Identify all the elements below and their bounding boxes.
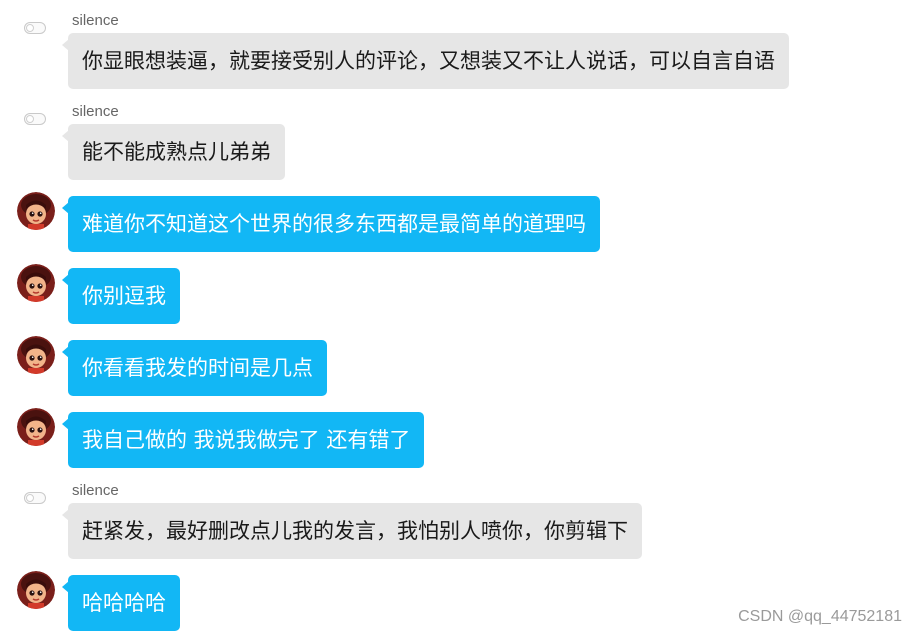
- sender-name: silence: [72, 12, 119, 29]
- message-bubble[interactable]: 你看看我发的时间是几点: [62, 340, 327, 396]
- message-bubble[interactable]: 赶紧发，最好删改点儿我的发言，我怕别人喷你，你剪辑下: [62, 503, 642, 559]
- toggle-avatar-icon[interactable]: [24, 113, 46, 125]
- chat-area: silence 你显眼想装逼，就要接受别人的评论，又想装又不让人说话，可以自言自…: [0, 0, 918, 634]
- message-bubble[interactable]: 我自己做的 我说我做完了 还有错了: [61, 412, 425, 468]
- cartoon-girl-avatar-icon[interactable]: [17, 264, 55, 302]
- toggle-avatar-icon[interactable]: [24, 492, 46, 504]
- cartoon-girl-avatar-icon[interactable]: [17, 408, 55, 446]
- message-bubble[interactable]: 难道你不知道这个世界的很多东西都是最简单的道理吗: [62, 196, 600, 252]
- cartoon-girl-avatar-icon[interactable]: [17, 336, 55, 374]
- cartoon-girl-avatar-icon[interactable]: [17, 571, 55, 609]
- toggle-avatar-icon[interactable]: [24, 22, 46, 34]
- message-bubble[interactable]: 你显眼想装逼，就要接受别人的评论，又想装又不让人说话，可以自言自语: [62, 33, 789, 89]
- watermark: CSDN @qq_44752181: [738, 608, 902, 625]
- message-bubble[interactable]: 能不能成熟点儿弟弟: [62, 124, 285, 180]
- sender-name: silence: [72, 482, 119, 499]
- sender-name: silence: [72, 103, 119, 120]
- message-bubble[interactable]: 哈哈哈哈: [62, 575, 180, 631]
- message-bubble[interactable]: 你别逗我: [62, 268, 180, 324]
- cartoon-girl-avatar-icon[interactable]: [17, 192, 55, 230]
